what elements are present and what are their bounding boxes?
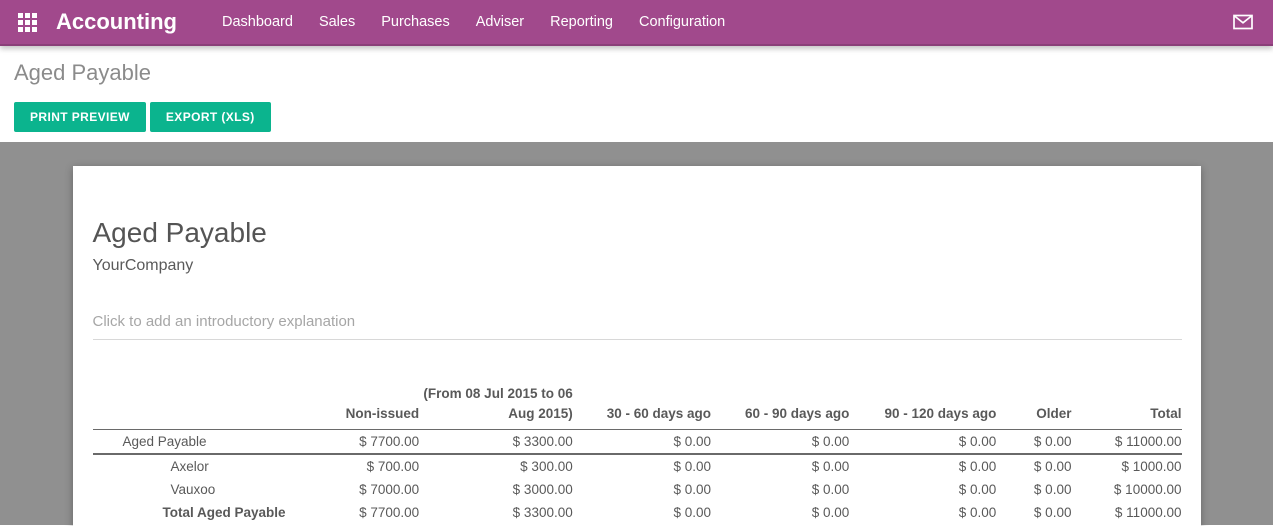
money-cell: $ 0.00 (849, 430, 996, 455)
export-xls-button[interactable]: EXPORT (XLS) (150, 102, 271, 132)
table-row: Aged Payable$ 7700.00$ 3300.00$ 0.00$ 0.… (93, 430, 1182, 455)
money-cell: $ 0.00 (996, 501, 1071, 524)
column-header: Older (996, 384, 1071, 430)
money-cell: $ 0.00 (711, 501, 849, 524)
column-header: 90 - 120 days ago (849, 384, 996, 430)
print-preview-button[interactable]: PRINT PREVIEW (14, 102, 146, 132)
money-cell: $ 0.00 (849, 478, 996, 501)
navbar-right (1229, 10, 1257, 34)
page-title: Aged Payable (14, 60, 1259, 86)
money-cell: $ 0.00 (573, 430, 711, 455)
app-brand[interactable]: Accounting (56, 9, 177, 35)
column-header: 60 - 90 days ago (711, 384, 849, 430)
table-row: Vauxoo$ 7000.00$ 3000.00$ 0.00$ 0.00$ 0.… (93, 478, 1182, 501)
money-cell: $ 0.00 (573, 501, 711, 524)
column-header: 30 - 60 days ago (573, 384, 711, 430)
money-cell: $ 0.00 (711, 430, 849, 455)
money-cell: $ 0.00 (849, 454, 996, 478)
money-cell: $ 300.00 (419, 454, 573, 478)
intro-placeholder[interactable]: Click to add an introductory explanation (93, 313, 1182, 340)
apps-grid-icon[interactable] (16, 11, 38, 33)
money-cell: $ 0.00 (996, 478, 1071, 501)
row-label: Vauxoo (93, 478, 331, 501)
nav-item-reporting[interactable]: Reporting (537, 0, 626, 44)
table-row: Axelor$ 700.00$ 300.00$ 0.00$ 0.00$ 0.00… (93, 454, 1182, 478)
money-cell: $ 7000.00 (331, 478, 419, 501)
money-cell: $ 11000.00 (1071, 501, 1181, 524)
money-cell: $ 3300.00 (419, 501, 573, 524)
nav-item-dashboard[interactable]: Dashboard (209, 0, 306, 44)
row-label: Total Aged Payable (93, 501, 331, 524)
row-label: Axelor (93, 454, 331, 478)
money-cell: $ 0.00 (711, 454, 849, 478)
money-cell: $ 7700.00 (331, 430, 419, 455)
money-cell: $ 0.00 (996, 430, 1071, 455)
report-company: YourCompany (93, 257, 1182, 275)
money-cell: $ 0.00 (996, 454, 1071, 478)
column-header: (From 08 Jul 2015 to 06 Aug 2015) (419, 384, 573, 430)
money-cell: $ 1000.00 (1071, 454, 1181, 478)
aged-payable-table: Non-issued(From 08 Jul 2015 to 06 Aug 20… (93, 384, 1182, 524)
money-cell: $ 0.00 (573, 454, 711, 478)
nav-menu: DashboardSalesPurchasesAdviserReportingC… (209, 0, 738, 44)
money-cell: $ 7700.00 (331, 501, 419, 524)
nav-item-configuration[interactable]: Configuration (626, 0, 738, 44)
top-navbar: Accounting DashboardSalesPurchasesAdvise… (0, 0, 1273, 46)
money-cell: $ 3300.00 (419, 430, 573, 455)
money-cell: $ 0.00 (849, 501, 996, 524)
money-cell: $ 11000.00 (1071, 430, 1181, 455)
report-title: Aged Payable (93, 217, 1182, 249)
table-body: Aged Payable$ 7700.00$ 3300.00$ 0.00$ 0.… (93, 430, 1182, 525)
messages-envelope-icon[interactable] (1229, 10, 1257, 34)
table-header-row: Non-issued(From 08 Jul 2015 to 06 Aug 20… (93, 384, 1182, 430)
column-header: Non-issued (331, 384, 419, 430)
report-card: Aged Payable YourCompany Click to add an… (73, 166, 1201, 526)
action-buttons: PRINT PREVIEW EXPORT (XLS) (14, 102, 1259, 132)
money-cell: $ 0.00 (711, 478, 849, 501)
table-row: Total Aged Payable$ 7700.00$ 3300.00$ 0.… (93, 501, 1182, 524)
content-area: Aged Payable YourCompany Click to add an… (0, 142, 1273, 525)
money-cell: $ 700.00 (331, 454, 419, 478)
money-cell: $ 10000.00 (1071, 478, 1181, 501)
money-cell: $ 0.00 (573, 478, 711, 501)
row-label-header (93, 384, 331, 430)
nav-item-purchases[interactable]: Purchases (368, 0, 463, 44)
row-label: Aged Payable (93, 430, 331, 455)
money-cell: $ 3000.00 (419, 478, 573, 501)
nav-item-sales[interactable]: Sales (306, 0, 368, 44)
control-panel: Aged Payable PRINT PREVIEW EXPORT (XLS) (0, 46, 1273, 142)
nav-item-adviser[interactable]: Adviser (463, 0, 537, 44)
column-header: Total (1071, 384, 1181, 430)
